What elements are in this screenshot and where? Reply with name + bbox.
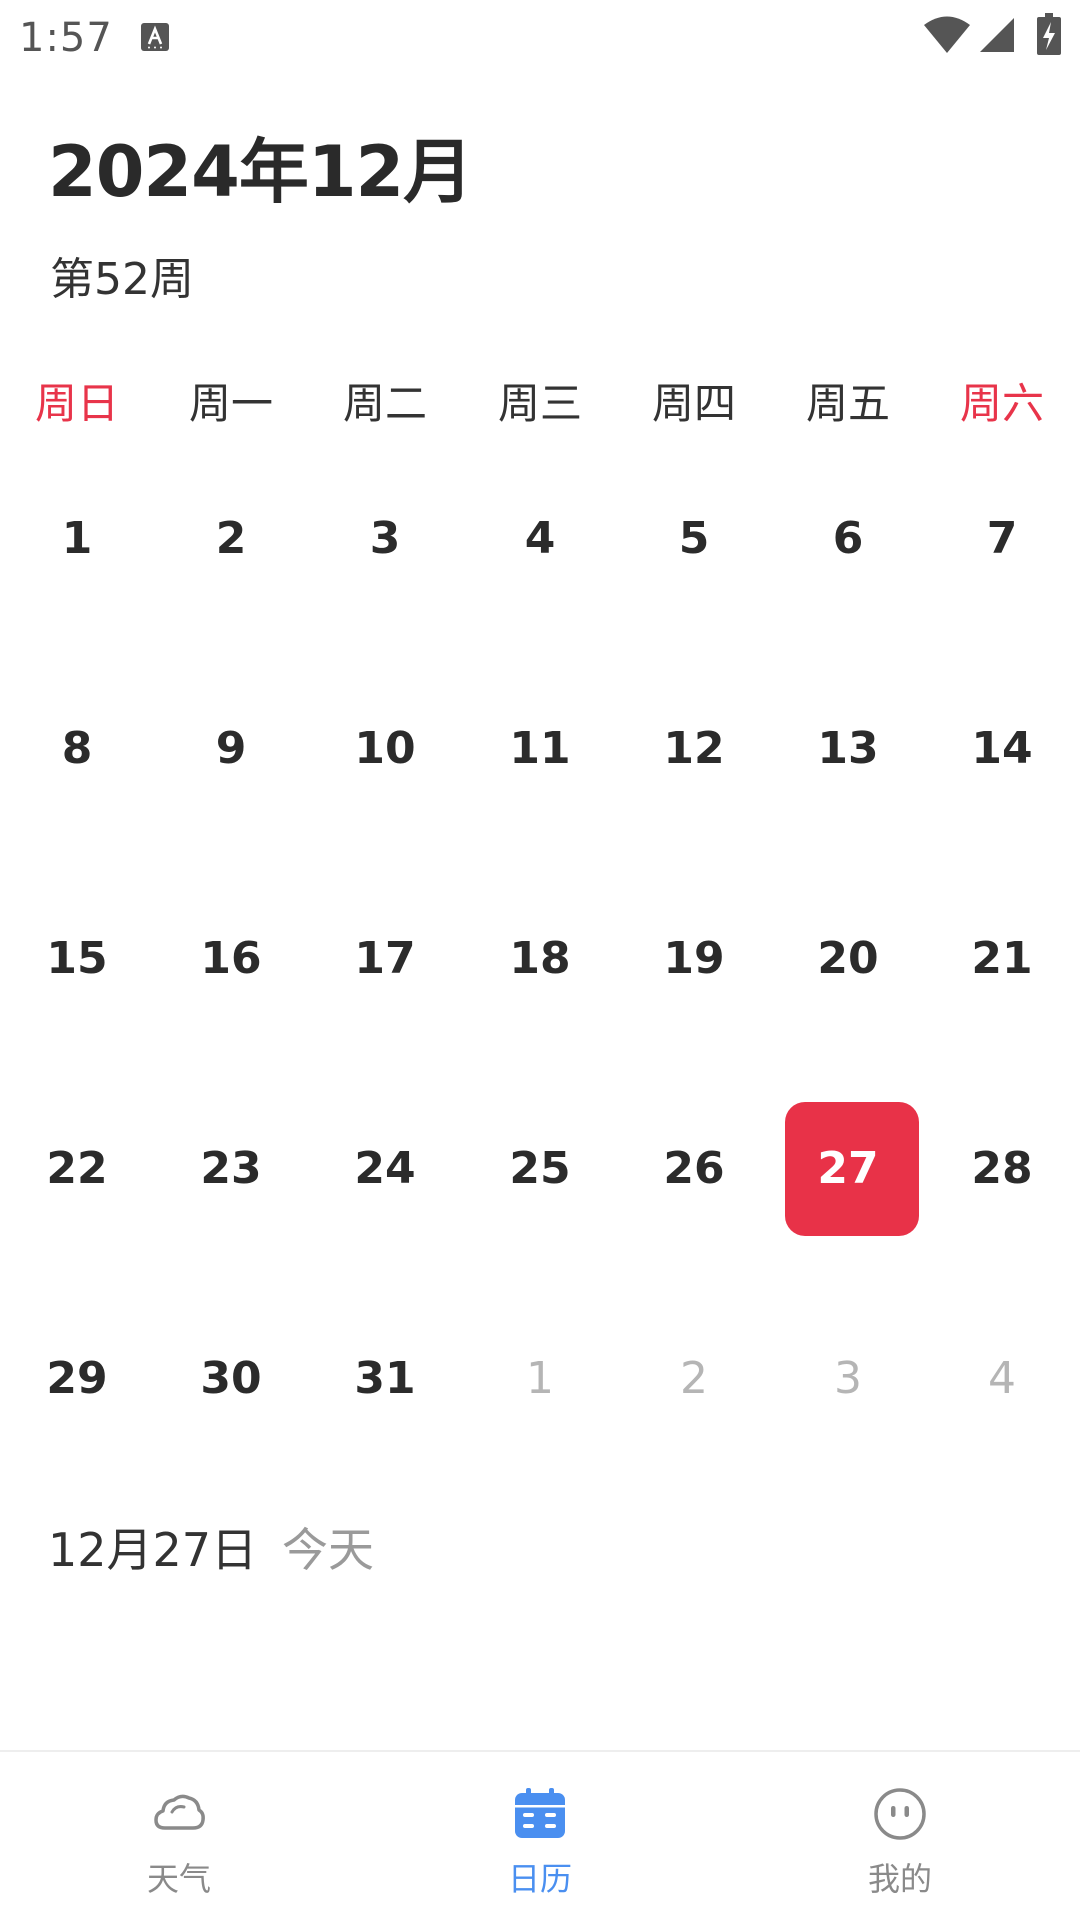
cloud-icon — [154, 1794, 205, 1830]
day-cell[interactable]: 8 — [0, 699, 154, 799]
day-number: 3 — [369, 513, 401, 564]
day-number: 8 — [61, 723, 93, 774]
day-cell[interactable]: 12 — [617, 699, 771, 799]
day-number: 4 — [988, 1353, 1016, 1404]
day-cell[interactable]: 30 — [154, 1329, 308, 1429]
day-cell[interactable]: 16 — [154, 909, 308, 1009]
day-cell[interactable]: 25 — [463, 1119, 617, 1219]
weekday-label: 周二 — [342, 379, 427, 428]
day-cell[interactable]: 29 — [0, 1329, 154, 1429]
day-cell[interactable]: 19 — [617, 909, 771, 1009]
day-number: 10 — [354, 723, 416, 774]
day-cell[interactable]: 6 — [771, 489, 925, 589]
day-number: 22 — [46, 1143, 108, 1194]
day-cell[interactable]: 28 — [925, 1119, 1079, 1219]
weekday-label: 周日 — [34, 379, 119, 428]
day-number: 18 — [509, 933, 571, 984]
day-number: 6 — [832, 513, 864, 564]
day-cell[interactable]: 3 — [771, 1329, 925, 1429]
day-number: 13 — [817, 723, 879, 774]
selected-date-label: 12月27日 — [48, 1523, 258, 1577]
day-cell[interactable]: 31 — [308, 1329, 462, 1429]
day-number: 20 — [817, 933, 879, 984]
day-number: 14 — [971, 723, 1033, 774]
selected-date-relative: 今天 — [282, 1523, 374, 1577]
wifi-icon — [924, 16, 970, 53]
day-number: 1 — [526, 1353, 554, 1404]
day-number: 17 — [354, 933, 416, 984]
weekday-label: 周一 — [188, 379, 273, 428]
day-cell[interactable]: 10 — [308, 699, 462, 799]
weekday-label: 周五 — [805, 379, 890, 428]
day-cell[interactable]: 18 — [463, 909, 617, 1009]
day-number: 21 — [971, 933, 1033, 984]
nav-item-me[interactable]: 我的 — [800, 1752, 1000, 1920]
day-number: 23 — [200, 1143, 262, 1194]
weekday-header-row: 周日 周一 周二 周三 周四 周五 周六 — [0, 372, 1080, 436]
day-cell[interactable]: 4 — [463, 489, 617, 589]
calendar-icon — [515, 1788, 565, 1838]
day-cell[interactable]: 22 — [0, 1119, 154, 1219]
day-number: 4 — [524, 513, 556, 564]
nav-item-calendar[interactable]: 日历 — [440, 1752, 640, 1920]
day-cell[interactable]: 23 — [154, 1119, 308, 1219]
day-number: 31 — [354, 1353, 416, 1404]
day-number: 19 — [663, 933, 725, 984]
day-number: 5 — [678, 513, 710, 564]
weekday-label: 周六 — [959, 379, 1044, 428]
day-number: 9 — [215, 723, 247, 774]
day-cell[interactable]: 1 — [0, 489, 154, 589]
nav-label-me: 我的 — [867, 1860, 932, 1898]
day-cell[interactable]: 2 — [617, 1329, 771, 1429]
text-a-icon — [141, 23, 169, 51]
week-number: 第52周 — [50, 254, 194, 305]
day-cell[interactable]: 3 — [308, 489, 462, 589]
weekday-label: 周三 — [497, 379, 582, 428]
battery-charging-icon — [1037, 13, 1061, 55]
day-cell[interactable]: 14 — [925, 699, 1079, 799]
day-cell[interactable]: 5 — [617, 489, 771, 589]
day-cell-selected[interactable]: 27 — [771, 1102, 925, 1236]
day-cell[interactable]: 26 — [617, 1119, 771, 1219]
day-number: 30 — [200, 1353, 262, 1404]
nav-item-weather[interactable]: 天气 — [79, 1752, 279, 1920]
day-number: 1 — [61, 513, 93, 564]
nav-label-weather: 天气 — [146, 1860, 211, 1898]
day-number: 15 — [46, 933, 108, 984]
face-icon — [874, 1788, 926, 1840]
day-number: 25 — [509, 1143, 571, 1194]
bottom-nav: 天气 日历 我的 — [0, 1750, 1080, 1920]
day-cell[interactable]: 2 — [154, 489, 308, 589]
weekday-label: 周四 — [651, 379, 736, 428]
day-number: 29 — [46, 1353, 108, 1404]
day-number: 26 — [663, 1143, 725, 1194]
day-cell[interactable]: 9 — [154, 699, 308, 799]
day-cell[interactable]: 13 — [771, 699, 925, 799]
day-cell[interactable]: 15 — [0, 909, 154, 1009]
day-number: 2 — [215, 513, 247, 564]
day-number: 28 — [971, 1143, 1033, 1194]
cell-signal-icon — [980, 18, 1014, 52]
day-number: 3 — [834, 1353, 862, 1404]
day-cell[interactable]: 21 — [925, 909, 1079, 1009]
day-cell[interactable]: 11 — [463, 699, 617, 799]
day-number: 11 — [509, 723, 571, 774]
day-number: 16 — [200, 933, 262, 984]
day-number: 24 — [354, 1143, 416, 1194]
day-cell[interactable]: 1 — [463, 1329, 617, 1429]
day-cell[interactable]: 24 — [308, 1119, 462, 1219]
day-cell[interactable]: 20 — [771, 909, 925, 1009]
day-number: 12 — [663, 723, 725, 774]
day-number: 27 — [817, 1143, 879, 1194]
day-number: 7 — [986, 513, 1018, 564]
month-title: 2024年12月 — [48, 131, 473, 213]
nav-label-calendar: 日历 — [507, 1860, 572, 1898]
day-number: 2 — [680, 1353, 708, 1404]
status-bar: 1:57 — [0, 0, 1080, 76]
day-cell[interactable]: 7 — [925, 489, 1079, 589]
status-time: 1:57 — [19, 15, 113, 61]
calendar-screen: 1:57 2024年12月 第52周 周日 周一 周二 周三 周四 周五 周六 123456… — [0, 0, 1080, 1920]
day-cell[interactable]: 17 — [308, 909, 462, 1009]
day-cell[interactable]: 4 — [925, 1329, 1079, 1429]
